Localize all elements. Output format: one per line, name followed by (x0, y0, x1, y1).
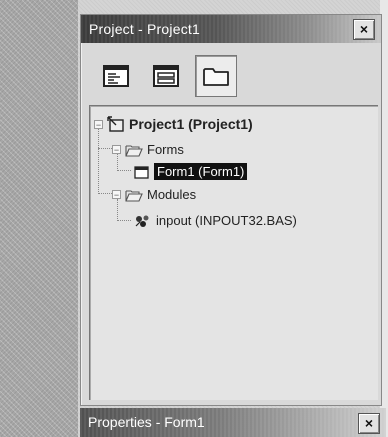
tree-connector (117, 170, 131, 171)
tree-connector (98, 193, 112, 194)
tree-node-project[interactable]: − Project1 (Project1) (94, 116, 253, 132)
tree-node-module-inpout[interactable]: inpout (INPOUT32.BAS) (134, 213, 297, 228)
view-object-button[interactable] (145, 55, 187, 97)
module-icon (134, 214, 152, 228)
form1-label: Form1 (Form1) (154, 163, 248, 180)
project-icon (107, 116, 125, 132)
project-collapse-toggle[interactable]: − (94, 119, 103, 129)
ide-screen: Project - Project1 × − Project1 (Project… (0, 0, 388, 437)
tree-node-forms-folder[interactable]: − Forms (112, 142, 184, 157)
toggle-folders-button[interactable] (195, 55, 237, 97)
modules-folder-label: Modules (147, 187, 197, 202)
tree-node-form1[interactable]: Form1 (Form1) (134, 163, 248, 180)
modules-collapse-toggle[interactable]: − (112, 190, 121, 200)
view-object-icon (153, 65, 179, 87)
toggle-folders-icon (203, 68, 229, 86)
view-code-icon (103, 65, 129, 87)
background-desktop-area (0, 0, 78, 437)
forms-collapse-toggle[interactable]: − (112, 145, 121, 155)
project-explorer-titlebar[interactable]: Project - Project1 × (81, 15, 381, 43)
module-label: inpout (INPOUT32.BAS) (156, 213, 297, 228)
properties-window-title: Properties - Form1 (88, 414, 205, 430)
tree-connector (98, 122, 99, 194)
view-code-button[interactable] (95, 55, 137, 97)
tree-connector (117, 199, 118, 221)
tree-node-modules-folder[interactable]: − Modules (112, 187, 196, 202)
project-tree: − Project1 (Project1) − Forms Form1 (For… (89, 105, 378, 400)
properties-window-close-button[interactable]: × (358, 413, 380, 434)
project-explorer-title: Project - Project1 (89, 21, 200, 37)
form-icon (134, 165, 150, 179)
tree-connector (117, 220, 131, 221)
project-label: Project1 (Project1) (129, 116, 253, 132)
properties-window-titlebar[interactable]: Properties - Form1 × (80, 408, 386, 437)
forms-folder-label: Forms (147, 142, 184, 157)
open-folder-icon (125, 188, 143, 202)
project-explorer-window: Project - Project1 × − Project1 (Project… (80, 14, 382, 406)
open-folder-icon (125, 143, 143, 157)
tree-connector (98, 148, 112, 149)
project-explorer-close-button[interactable]: × (353, 19, 375, 40)
project-explorer-toolbar (95, 55, 237, 97)
